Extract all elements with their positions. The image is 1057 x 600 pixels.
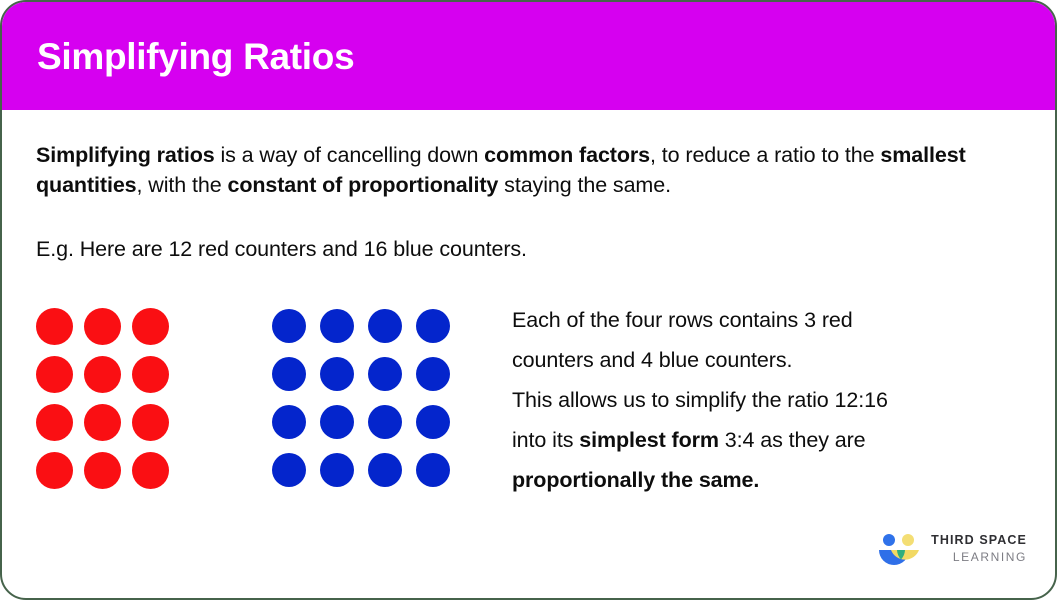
intro-term-constant-of-proportionality: constant of proportionality <box>227 173 499 197</box>
logo-name-bottom: LEARNING <box>952 549 1027 564</box>
counter-cell <box>126 446 174 494</box>
counter-cell <box>361 302 409 350</box>
counter-cell <box>78 350 126 398</box>
logo-blue-head-icon <box>883 534 896 546</box>
blue-counter-grid <box>265 302 457 494</box>
red-counter-dot <box>35 403 73 441</box>
blue-counter-dot <box>272 309 306 343</box>
page-title: Simplifying Ratios <box>37 35 355 77</box>
counter-cell <box>313 350 361 398</box>
red-counter-dot <box>35 451 73 489</box>
counter-cell <box>78 446 126 494</box>
red-counter-dot <box>83 307 121 345</box>
card-body: Simplifying ratios is a way of cancellin… <box>2 110 1055 598</box>
blue-counter-dot <box>320 453 354 487</box>
counter-cell <box>30 302 78 350</box>
explanation-line-2: counters and 4 blue counters. <box>512 348 793 372</box>
counter-cell <box>78 398 126 446</box>
explanation-line-4-pre: into its <box>512 428 580 452</box>
blue-counter-dot <box>368 405 402 439</box>
counter-cell <box>126 302 174 350</box>
blue-counter-dot <box>272 453 306 487</box>
red-counter-dot <box>83 451 121 489</box>
third-space-learning-logo: THIRD SPACE LEARNING <box>876 532 1027 565</box>
intro-term-common-factors: common factors <box>484 143 651 167</box>
blue-counter-dot <box>368 357 402 391</box>
counter-cell <box>409 446 457 494</box>
counter-cell <box>313 398 361 446</box>
red-counter-dot <box>35 355 73 393</box>
counter-cell <box>409 398 457 446</box>
counter-cell <box>265 446 313 494</box>
explanation-line-4-post: 3:4 as they are <box>718 428 866 452</box>
blue-counter-dot <box>320 357 354 391</box>
intro-text-6: , with the <box>136 173 228 197</box>
logo-name-top: THIRD SPACE <box>931 533 1027 548</box>
intro-text-8: staying the same. <box>498 173 671 197</box>
counter-cell <box>361 446 409 494</box>
red-counter-dot <box>131 403 169 441</box>
counter-cell <box>30 350 78 398</box>
counter-cell <box>126 350 174 398</box>
counter-cell <box>409 302 457 350</box>
explanation-term-simplest-form: simplest form <box>579 428 719 452</box>
counter-cell <box>78 302 126 350</box>
blue-counter-dot <box>368 309 402 343</box>
blue-counter-dot <box>320 309 354 343</box>
explanation-line-4: into its simplest form 3:4 as they are <box>512 420 1032 460</box>
counter-cell <box>265 350 313 398</box>
red-counter-dot <box>83 355 121 393</box>
logo-yellow-head-icon <box>902 534 915 546</box>
logo-wordmark: THIRD SPACE LEARNING <box>931 534 1027 563</box>
counter-cell <box>313 302 361 350</box>
intro-term-simplifying-ratios: Simplifying ratios <box>36 143 215 167</box>
explanation-text: Each of the four rows contains 3 red cou… <box>512 300 1032 500</box>
blue-counter-dot <box>272 357 306 391</box>
intro-text-2: is a way of cancelling down <box>214 143 485 167</box>
red-counter-dot <box>83 403 121 441</box>
explanation-line-1: Each of the four rows contains 3 red <box>512 308 853 332</box>
explanation-term-proportionally-the-same: proportionally the same. <box>512 468 760 492</box>
explanation-line-3: This allows us to simplify the ratio 12:… <box>512 388 888 412</box>
counter-cell <box>409 350 457 398</box>
counter-cell <box>265 398 313 446</box>
red-counter-dot <box>35 307 73 345</box>
counter-cell <box>313 446 361 494</box>
counter-cell <box>126 398 174 446</box>
red-counter-dot <box>131 451 169 489</box>
counter-cell <box>265 302 313 350</box>
red-counter-dot <box>131 307 169 345</box>
red-counter-dot <box>131 355 169 393</box>
blue-counter-dot <box>416 453 450 487</box>
blue-counter-dot <box>272 405 306 439</box>
logo-mark-icon <box>879 534 920 565</box>
lesson-card: Simplifying Ratios Simplifying ratios is… <box>0 0 1057 600</box>
counter-cell <box>361 398 409 446</box>
blue-counter-dot <box>368 453 402 487</box>
counter-cell <box>361 350 409 398</box>
example-paragraph: E.g. Here are 12 red counters and 16 blu… <box>36 237 527 261</box>
counter-cell <box>30 398 78 446</box>
intro-paragraph: Simplifying ratios is a way of cancellin… <box>36 140 1021 200</box>
red-counter-grid <box>30 302 174 494</box>
blue-counter-dot <box>320 405 354 439</box>
card-header: Simplifying Ratios <box>2 2 1055 110</box>
intro-text-4: , to reduce a ratio to the <box>650 143 881 167</box>
blue-counter-dot <box>416 309 450 343</box>
blue-counter-dot <box>416 405 450 439</box>
blue-counter-dot <box>416 357 450 391</box>
explanation-line-5: proportionally the same. <box>512 460 1032 500</box>
counter-cell <box>30 446 78 494</box>
